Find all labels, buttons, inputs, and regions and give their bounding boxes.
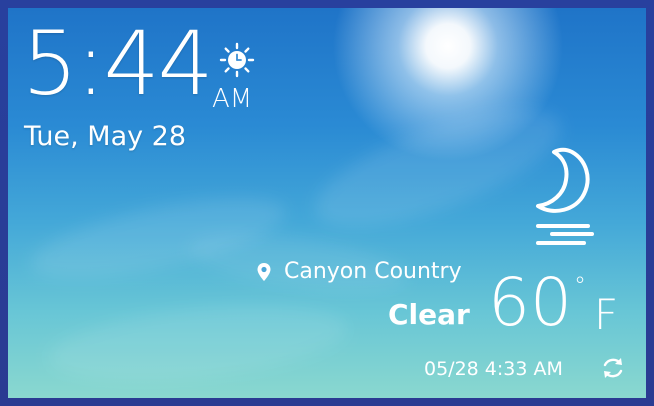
- sun-alarm-clock-icon[interactable]: [219, 42, 255, 78]
- location-name: Canyon Country: [284, 259, 462, 284]
- refresh-icon[interactable]: [600, 355, 626, 381]
- degree-symbol: °: [574, 272, 586, 300]
- cloud: [45, 292, 351, 394]
- last-updated-time: 05/28 4:33 AM: [424, 358, 563, 380]
- clock-weather-widget[interactable]: 5:44 AM Tue, May 28 Canyon Country Clear…: [8, 8, 646, 398]
- clock-time[interactable]: 5:44: [22, 20, 214, 108]
- temperature-value: 60: [488, 264, 572, 341]
- location-row[interactable]: Canyon Country: [256, 258, 462, 286]
- location-pin-icon: [257, 263, 271, 281]
- temperature-unit[interactable]: F: [594, 294, 618, 336]
- clock-date[interactable]: Tue, May 28: [24, 122, 186, 152]
- moon-clear-night-icon[interactable]: [524, 146, 600, 254]
- clock-ampm: AM: [212, 84, 253, 114]
- weather-condition: Clear: [388, 298, 470, 331]
